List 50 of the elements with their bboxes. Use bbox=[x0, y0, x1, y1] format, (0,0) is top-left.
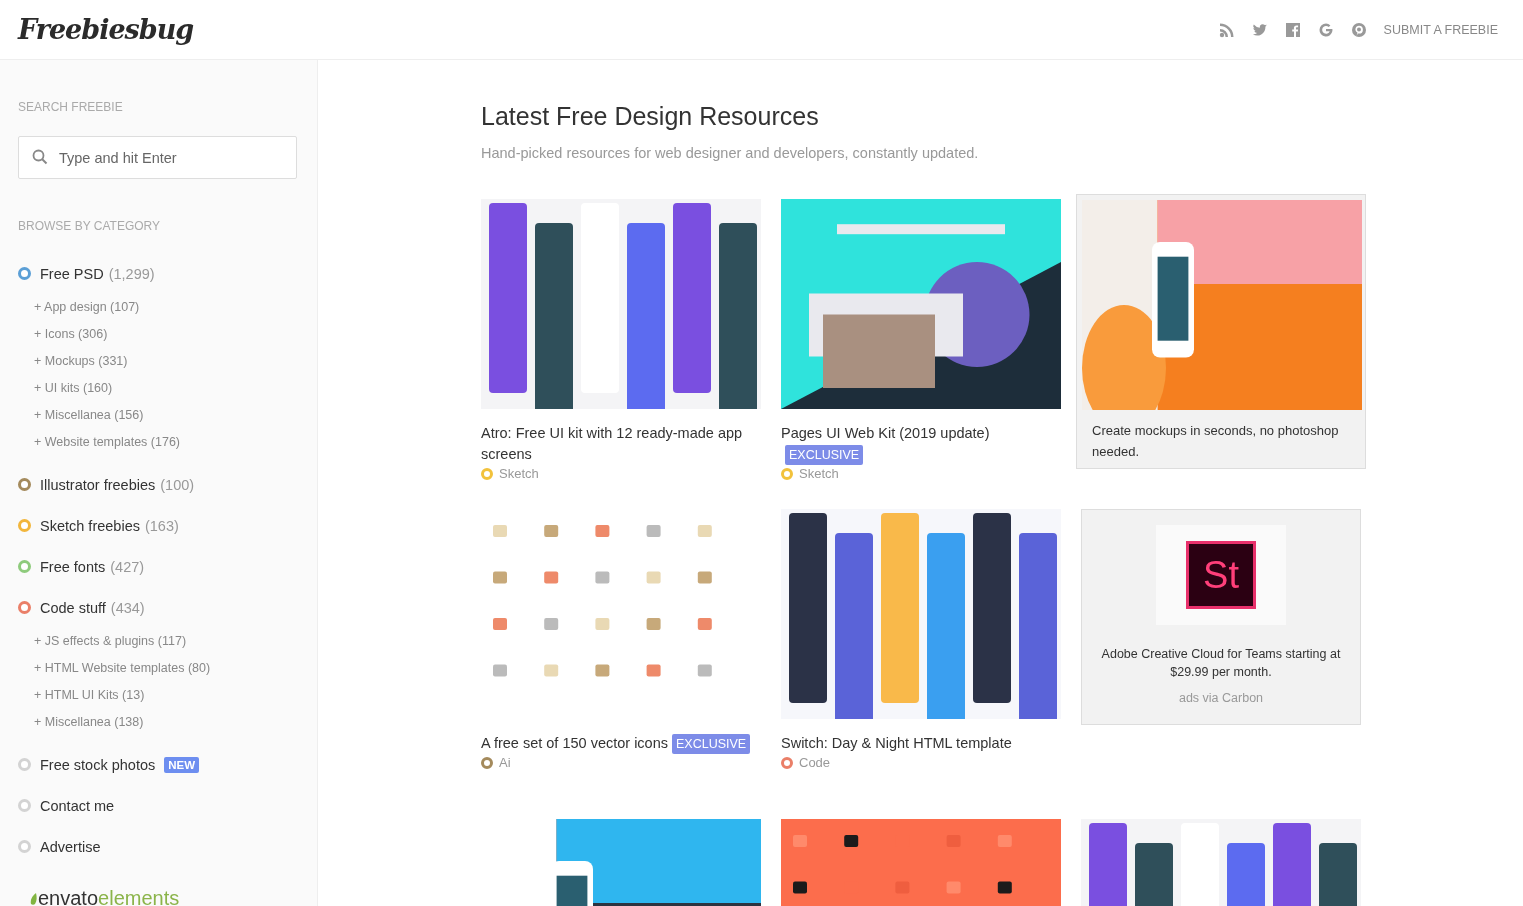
pin-circle-icon[interactable] bbox=[1350, 21, 1367, 38]
category-count: (434) bbox=[110, 599, 145, 616]
category-link[interactable]: Contact me bbox=[40, 797, 115, 814]
category-link[interactable]: Free PSD bbox=[40, 265, 104, 282]
category-link[interactable]: Free fonts bbox=[40, 558, 106, 575]
subcategory-link[interactable]: + Miscellanea (138) bbox=[18, 709, 297, 736]
page-title: Latest Free Design Resources bbox=[481, 102, 820, 131]
subcategory-link[interactable]: + JS effects & plugins (117) bbox=[18, 628, 297, 655]
post-title[interactable]: A free set of 150 vector icons bbox=[481, 733, 668, 754]
category-link[interactable]: Sketch freebies bbox=[40, 517, 140, 534]
page-subtitle: Hand-picked resources for web designer and developers, constantly updated. bbox=[481, 145, 980, 161]
rss-icon[interactable] bbox=[1218, 21, 1235, 38]
ad-text: Create mockups in seconds, no photoshop needed. bbox=[1091, 422, 1340, 461]
leaf-icon bbox=[30, 893, 38, 905]
post-title[interactable]: Pages UI Web Kit (2019 update) bbox=[781, 423, 990, 444]
ad-card[interactable]: Create mockups in seconds, no photoshop needed. bbox=[1076, 194, 1366, 469]
exclusive-badge: EXCLUSIVE bbox=[672, 734, 751, 754]
category-link[interactable]: Code stuff bbox=[40, 599, 106, 616]
section-label: BROWSE BY CATEGORY bbox=[18, 219, 162, 233]
category-count: (100) bbox=[160, 476, 195, 493]
ad-text: Adobe Creative Cloud for Teams starting at $29.99 per month. bbox=[1100, 646, 1342, 681]
category-count: (427) bbox=[110, 558, 145, 575]
bird-icon[interactable] bbox=[1251, 21, 1268, 38]
search-icon bbox=[32, 149, 48, 165]
site-logo[interactable]: Freebiesbug bbox=[18, 14, 194, 45]
subcategory-link[interactable]: + HTML UI Kits (13) bbox=[18, 682, 297, 709]
category-link[interactable]: Illustrator freebies bbox=[40, 476, 156, 493]
search-field[interactable]: Type and hit Enter bbox=[18, 136, 297, 179]
subcategory-link[interactable]: + HTML Website templates (80) bbox=[18, 655, 297, 682]
ad-card[interactable]: St Adobe Creative Cloud for Teams starting at $29.99 per month. ads via Carbon bbox=[1081, 509, 1361, 725]
category-link[interactable]: Advertise bbox=[40, 838, 101, 855]
category-count: (1,299) bbox=[108, 265, 155, 282]
subcategory-link[interactable]: + UI kits (160) bbox=[18, 375, 297, 402]
category-count: (163) bbox=[144, 517, 179, 534]
g-letter-icon[interactable] bbox=[1317, 21, 1334, 38]
new-badge: NEW bbox=[164, 756, 200, 773]
exclusive-badge: EXCLUSIVE bbox=[785, 445, 864, 465]
subcategory-link[interactable]: + App design (107) bbox=[18, 294, 297, 321]
section-label: SEARCH FREEBIE bbox=[18, 100, 124, 114]
app-logo: St bbox=[1186, 541, 1256, 609]
subcategory-link[interactable]: + Icons (306) bbox=[18, 321, 297, 348]
subcategory-link[interactable]: + Mockups (331) bbox=[18, 348, 297, 375]
post-title[interactable]: Switch: Day & Night HTML template bbox=[781, 733, 1012, 754]
submit-link[interactable]: SUBMIT A FREEBIE bbox=[1383, 22, 1498, 37]
subcategory-link[interactable]: + Miscellanea (156) bbox=[18, 402, 297, 429]
subcategory-link[interactable]: + Website templates (176) bbox=[18, 429, 297, 456]
partner-logo[interactable]: envatoelements bbox=[38, 887, 180, 906]
f-square-icon[interactable] bbox=[1284, 21, 1301, 38]
post-title[interactable]: Atro: Free UI kit with 12 ready-made app screens bbox=[481, 423, 761, 465]
category-link[interactable]: Free stock photos bbox=[40, 756, 156, 773]
